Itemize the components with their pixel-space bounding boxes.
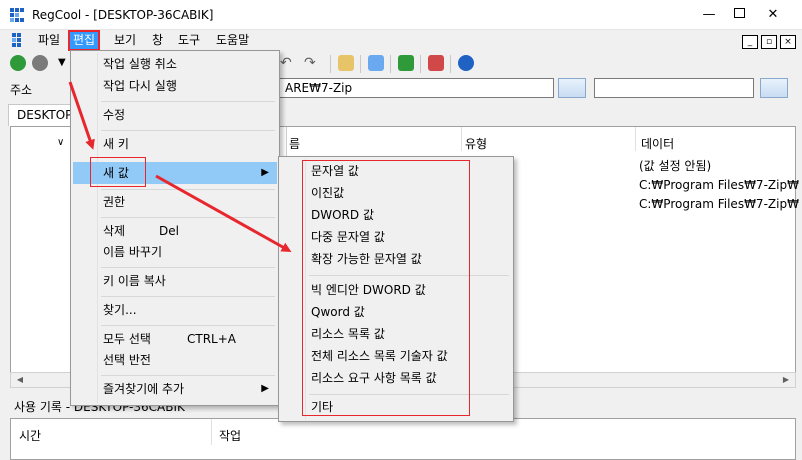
menu-modify[interactable]: 수정 bbox=[73, 104, 277, 126]
close-icon: ✕ bbox=[767, 7, 779, 22]
scroll-right-icon[interactable]: ▶ bbox=[779, 374, 793, 386]
menu-qword-value[interactable]: Qword 값 bbox=[281, 301, 511, 323]
address-label: 주소 bbox=[10, 83, 33, 97]
regcool-app-icon bbox=[10, 8, 26, 22]
window-title: RegCool - [DESKTOP-36CABIK] bbox=[32, 8, 214, 22]
menu-resource-list-value[interactable]: 리소스 목록 값 bbox=[281, 323, 511, 345]
history-dropdown-icon[interactable]: ▼ bbox=[58, 57, 66, 68]
submenu-arrow-icon: ▶ bbox=[261, 167, 269, 178]
refresh-icon[interactable] bbox=[398, 55, 414, 71]
menu-view[interactable]: 보기 bbox=[114, 32, 136, 49]
row-data: (값 설정 안됨) bbox=[639, 159, 712, 173]
menu-window[interactable]: 창 bbox=[152, 32, 163, 49]
mdi-minimize-icon[interactable]: _ bbox=[742, 35, 758, 49]
new-value-submenu: 문자열 값 이진값 DWORD 값 다중 문자열 값 확장 가능한 문자열 값 … bbox=[278, 156, 514, 422]
close-button[interactable]: ✕ bbox=[758, 5, 788, 25]
help-icon[interactable] bbox=[458, 55, 474, 71]
forward-icon[interactable] bbox=[32, 55, 48, 71]
menu-other-value[interactable]: 기타 bbox=[281, 396, 511, 418]
find-icon[interactable] bbox=[368, 55, 384, 71]
menu-delete-shortcut: Del bbox=[159, 224, 179, 238]
maximize-icon bbox=[733, 8, 745, 18]
column-name-header[interactable]: 름 bbox=[289, 135, 300, 152]
title-bar: RegCool - [DESKTOP-36CABIK] — ✕ bbox=[0, 0, 802, 30]
row-data: C:₩Program Files₩7-Zip₩ bbox=[639, 197, 799, 211]
menu-binary-value[interactable]: 이진값 bbox=[281, 182, 511, 204]
menu-full-resource-descriptor-value[interactable]: 전체 리소스 목록 기술자 값 bbox=[281, 345, 511, 367]
menu-add-favorite-label: 즐겨찾기에 추가 bbox=[103, 382, 185, 396]
minimize-icon: — bbox=[702, 7, 716, 22]
menu-edit[interactable]: 편집 bbox=[68, 30, 101, 51]
maximize-button[interactable] bbox=[724, 5, 754, 25]
menu-string-value[interactable]: 문자열 값 bbox=[281, 160, 511, 182]
settings-icon[interactable] bbox=[428, 55, 444, 71]
mdi-restore-icon[interactable]: ▫ bbox=[761, 35, 777, 49]
menu-undo[interactable]: 작업 실행 취소 bbox=[73, 53, 277, 75]
scroll-left-icon[interactable]: ◀ bbox=[13, 374, 27, 386]
column-data-header[interactable]: 데이터 bbox=[641, 135, 674, 152]
minimize-button[interactable]: — bbox=[694, 5, 724, 25]
menu-rename[interactable]: 이름 바꾸기 bbox=[73, 241, 277, 263]
expand-chevron-icon[interactable]: ∨ bbox=[57, 137, 64, 148]
menu-app-icon bbox=[12, 33, 26, 47]
menu-invert-selection[interactable]: 선택 반전 bbox=[73, 349, 277, 371]
row-data: C:₩Program Files₩7-Zip₩ bbox=[639, 178, 799, 192]
address-value: ARE₩7-Zip bbox=[285, 81, 353, 95]
menu-select-all[interactable]: 모두 선택 CTRL+A bbox=[73, 328, 277, 350]
menu-multi-string-value[interactable]: 다중 문자열 값 bbox=[281, 226, 511, 248]
go-button[interactable] bbox=[558, 78, 586, 98]
menu-delete-label: 삭제 bbox=[103, 224, 126, 238]
mdi-window-controls: _ ▫ × bbox=[739, 33, 796, 49]
undo-icon[interactable]: ↶ bbox=[280, 55, 296, 71]
menu-help[interactable]: 도움말 bbox=[216, 32, 249, 49]
redo-icon[interactable]: ↷ bbox=[304, 55, 320, 71]
menu-file[interactable]: 파일 bbox=[38, 32, 60, 49]
menu-new-value[interactable]: 새 값 ▶ bbox=[73, 162, 277, 184]
folder-icon[interactable] bbox=[338, 55, 354, 71]
menu-big-endian-dword-value[interactable]: 빅 엔디안 DWORD 값 bbox=[281, 279, 511, 301]
menu-redo[interactable]: 작업 다시 실행 bbox=[73, 75, 277, 97]
menu-select-all-label: 모두 선택 bbox=[103, 332, 151, 346]
history-action-header[interactable]: 작업 bbox=[219, 427, 241, 444]
history-pane: 시간 작업 bbox=[10, 418, 796, 460]
mdi-close-icon[interactable]: × bbox=[780, 35, 796, 49]
menu-find[interactable]: 찾기... bbox=[73, 299, 277, 321]
edit-menu: 작업 실행 취소 작업 다시 실행 수정 새 키 새 값 ▶ 권한 삭제 Del… bbox=[70, 50, 280, 406]
menu-add-favorite[interactable]: 즐겨찾기에 추가 ▶ bbox=[73, 378, 277, 400]
menu-tools[interactable]: 도구 bbox=[178, 32, 200, 49]
menu-copy-key-name[interactable]: 키 이름 복사 bbox=[73, 270, 277, 292]
menu-dword-value[interactable]: DWORD 값 bbox=[281, 204, 511, 226]
history-time-header[interactable]: 시간 bbox=[19, 427, 41, 444]
menu-delete[interactable]: 삭제 Del bbox=[73, 220, 277, 242]
search-input[interactable] bbox=[594, 78, 754, 98]
back-icon[interactable] bbox=[10, 55, 26, 71]
menu-expandable-string-value[interactable]: 확장 가능한 문자열 값 bbox=[281, 248, 511, 270]
menu-resource-requirements-value[interactable]: 리소스 요구 사항 목록 값 bbox=[281, 367, 511, 389]
menu-permissions[interactable]: 권한 bbox=[73, 191, 277, 213]
menu-select-all-shortcut: CTRL+A bbox=[187, 332, 236, 346]
search-button[interactable] bbox=[760, 78, 788, 98]
submenu-arrow-icon: ▶ bbox=[261, 383, 269, 394]
menu-new-value-label: 새 값 bbox=[103, 166, 129, 180]
menu-bar: 파일 편집 보기 창 도구 도움말 bbox=[0, 30, 802, 51]
menu-new-key[interactable]: 새 키 bbox=[73, 133, 277, 155]
column-type-header[interactable]: 유형 bbox=[465, 135, 487, 152]
